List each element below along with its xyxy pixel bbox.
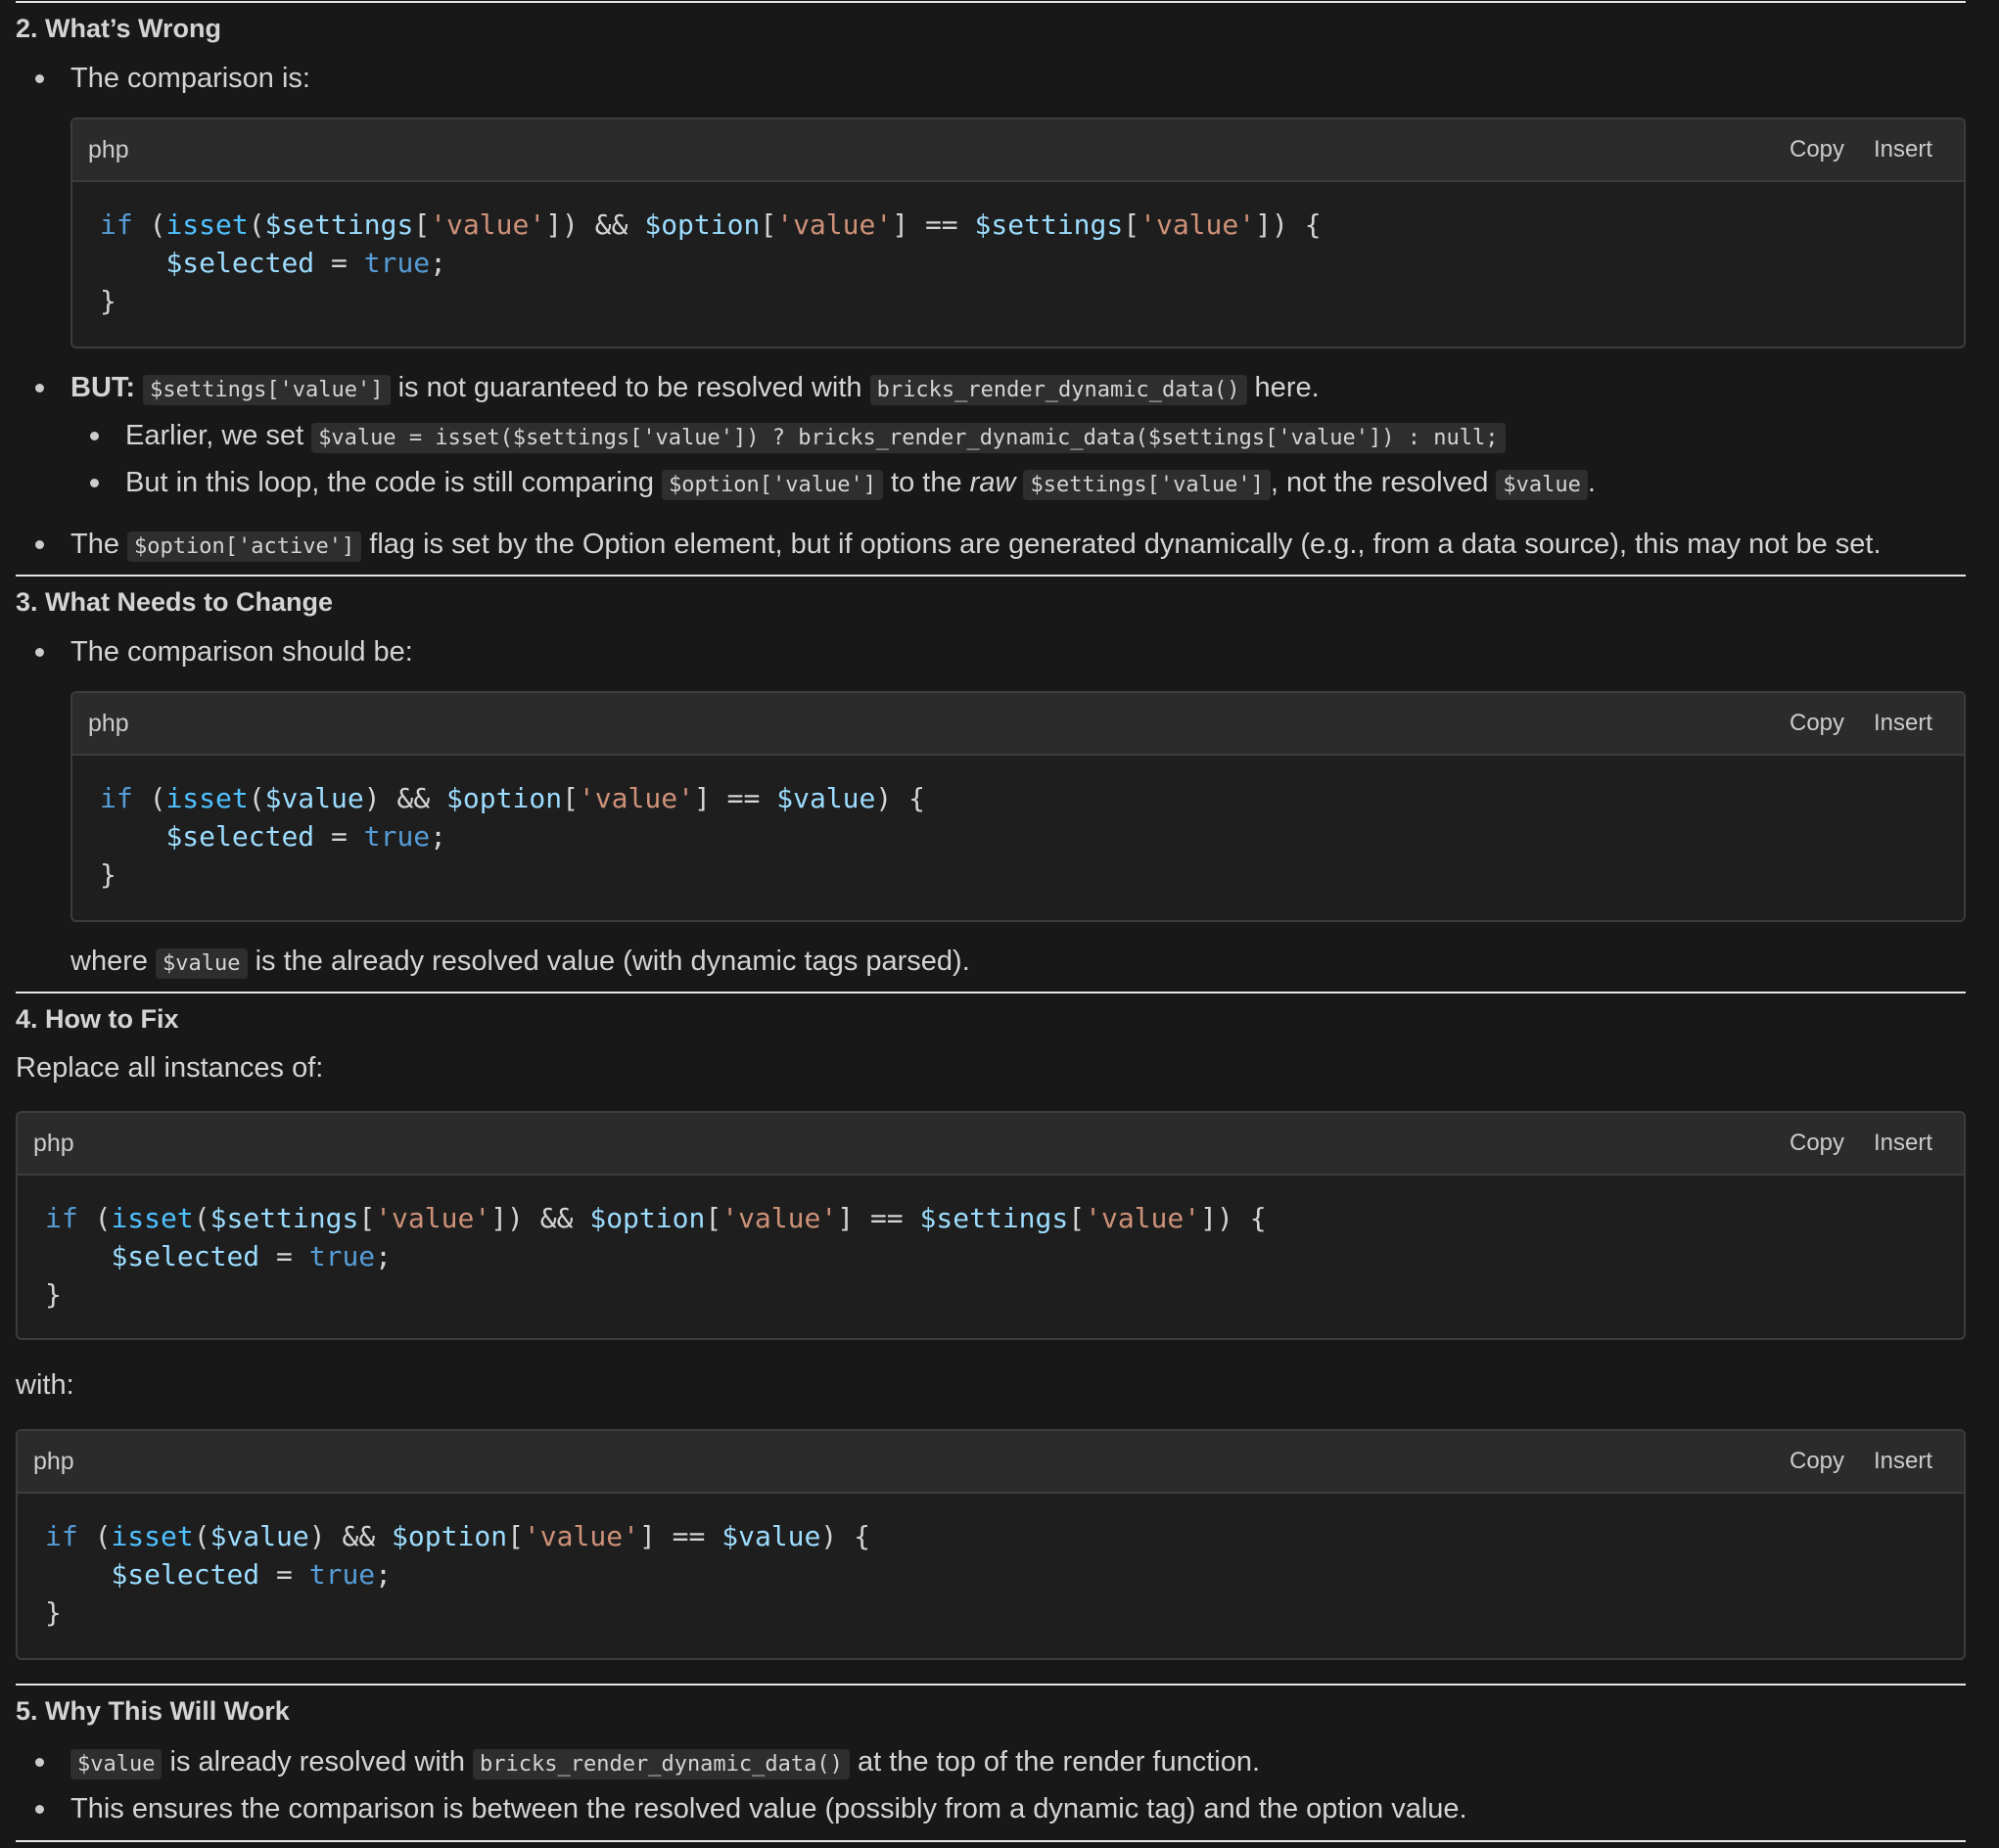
section-heading-what-needs-to-change: 3. What Needs to Change <box>16 587 334 617</box>
code-content: if (isset($settings['value']) && $option… <box>100 208 1322 317</box>
paragraph: where $value is the already resolved val… <box>70 946 970 979</box>
code-content: if (isset($value) && $option['value'] ==… <box>100 782 925 891</box>
bullet-dot <box>90 479 99 487</box>
code-block-header: php Copy Insert <box>72 693 1964 756</box>
code-block-header: php Copy Insert <box>18 1431 1964 1494</box>
divider <box>16 992 1966 993</box>
bullet-dot <box>90 432 99 440</box>
code-block: php Copy Insert if (isset($settings['val… <box>70 117 1966 348</box>
code-block-header: php Copy Insert <box>72 119 1964 182</box>
divider <box>16 1840 1966 1842</box>
copy-button[interactable]: Copy <box>1790 1130 1844 1157</box>
section-heading-why-this-will-work: 5. Why This Will Work <box>16 1696 290 1726</box>
bullet-dot <box>35 1805 44 1814</box>
divider <box>16 1684 1966 1686</box>
code-content: if (isset($settings['value']) && $option… <box>45 1202 1267 1311</box>
code-block: php Copy Insert if (isset($value) && $op… <box>16 1429 1966 1660</box>
code-block: php Copy Insert if (isset($settings['val… <box>16 1111 1966 1340</box>
copy-button[interactable]: Copy <box>1790 1448 1844 1475</box>
code-content: if (isset($value) && $option['value'] ==… <box>45 1520 870 1629</box>
bullet-dot <box>35 74 44 83</box>
insert-button[interactable]: Insert <box>1874 1130 1932 1157</box>
insert-button[interactable]: Insert <box>1874 1448 1932 1475</box>
divider <box>16 575 1966 577</box>
code-language-label: php <box>88 136 129 163</box>
list-item: This ensures the comparison is between t… <box>70 1793 1467 1825</box>
code-language-label: php <box>88 710 129 737</box>
list-item: But in this loop, the code is still comp… <box>125 467 1596 500</box>
bullet-dot <box>35 540 44 549</box>
paragraph: with: <box>16 1369 74 1401</box>
copy-button[interactable]: Copy <box>1790 710 1844 737</box>
list-item: Earlier, we set $value = isset($settings… <box>125 416 1506 458</box>
list-item: The comparison is: <box>70 63 310 94</box>
code-language-label: php <box>33 1448 74 1475</box>
divider <box>16 1 1966 3</box>
list-item: BUT: $settings['value'] is not guarantee… <box>70 372 1320 405</box>
code-block: php Copy Insert if (isset($value) && $op… <box>70 691 1966 922</box>
code-language-label: php <box>33 1130 74 1157</box>
bullet-dot <box>35 1758 44 1767</box>
list-item: The comparison should be: <box>70 636 413 668</box>
bullet-dot <box>35 384 44 393</box>
paragraph: Replace all instances of: <box>16 1052 324 1084</box>
chat-response: 2. What’s Wrong The comparison is: php C… <box>0 0 1999 1848</box>
code-block-header: php Copy Insert <box>18 1113 1964 1176</box>
section-heading-whats-wrong: 2. What’s Wrong <box>16 14 222 43</box>
insert-button[interactable]: Insert <box>1874 710 1932 737</box>
copy-button[interactable]: Copy <box>1790 136 1844 163</box>
bullet-dot <box>35 648 44 657</box>
section-heading-how-to-fix: 4. How to Fix <box>16 1004 179 1034</box>
list-item: The $option['active'] flag is set by the… <box>70 529 1882 562</box>
list-item: $value is already resolved with bricks_r… <box>70 1742 1260 1784</box>
insert-button[interactable]: Insert <box>1874 136 1932 163</box>
